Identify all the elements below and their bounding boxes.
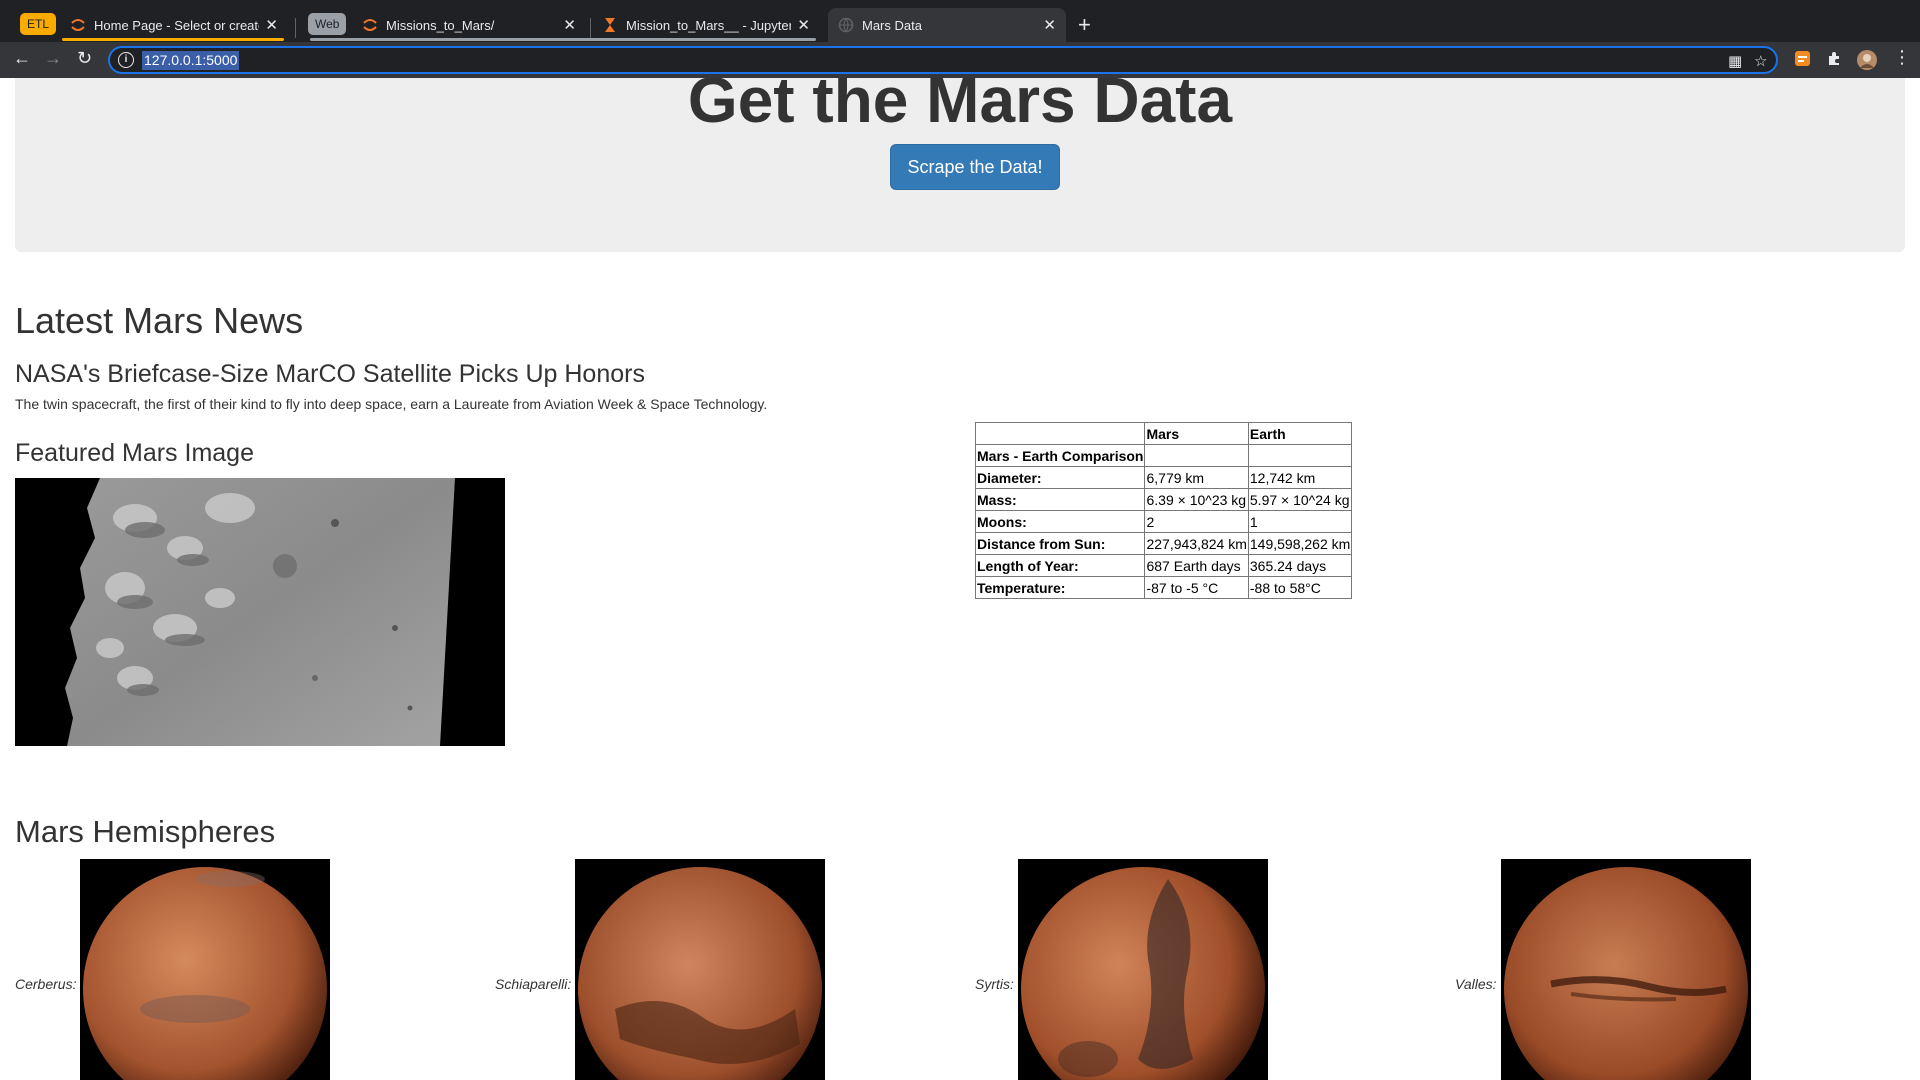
table-cell: 227,943,824 km <box>1144 532 1249 555</box>
table-cell: 12,742 km <box>1247 466 1353 489</box>
browser-tab-strip: ETL Home Page - Select or create a ✕ Web… <box>0 0 1920 42</box>
table-row: Distance from Sun: 227,943,824 km 149,59… <box>974 532 1353 555</box>
news-title: NASA's Briefcase-Size MarCO Satellite Pi… <box>15 360 645 388</box>
table-cell: 687 Earth days <box>1144 554 1249 577</box>
table-header-cell <box>974 422 1146 445</box>
table-cell <box>1144 444 1249 467</box>
news-heading: Latest Mars News <box>15 300 304 341</box>
page-content: Get the Mars Data Scrape the Data! Lates… <box>0 78 1920 1080</box>
table-cell: 149,598,262 km <box>1247 532 1353 555</box>
table-row-label: Length of Year: <box>974 554 1146 577</box>
tab-group-web[interactable]: Web <box>308 13 347 35</box>
table-row-label: Moons: <box>974 510 1146 533</box>
table-cell <box>1247 444 1353 467</box>
bookmark-star-icon[interactable]: ☆ <box>1754 52 1767 70</box>
jumbotron: Get the Mars Data Scrape the Data! <box>15 78 1905 252</box>
jupyter-icon <box>363 19 377 31</box>
table-row-label: Diameter: <box>974 466 1146 489</box>
hemisphere-image-schiaparelli <box>575 859 826 1080</box>
hemisphere-label: Schiaparelli: <box>495 976 572 992</box>
tab-group-etl[interactable]: ETL <box>20 13 57 35</box>
table-cell: 1 <box>1247 510 1353 533</box>
table-cell: 6.39 × 10^23 kg <box>1144 488 1249 511</box>
hemisphere-image-valles <box>1500 859 1751 1080</box>
news-paragraph: The twin spacecraft, the first of their … <box>15 396 768 412</box>
hemispheres-heading: Mars Hemispheres <box>15 814 276 849</box>
tab-title: Mars Data <box>862 17 922 33</box>
tab-jupyter-notebook[interactable]: Mission_to_Mars__ - Jupyter Notebook ✕ <box>592 8 820 42</box>
tab-title: Mission_to_Mars__ - Jupyter Notebook <box>626 17 792 33</box>
table-cell: -87 to -5 °C <box>1144 576 1249 599</box>
table-row: Mars - Earth Comparison <box>974 444 1353 467</box>
close-icon[interactable]: ✕ <box>563 16 576 34</box>
featured-mars-image <box>15 478 505 746</box>
table-cell: -88 to 58°C <box>1247 576 1353 599</box>
hemisphere-label: Cerberus: <box>15 976 77 992</box>
table-row: Moons: 2 1 <box>974 510 1353 533</box>
hemisphere-image-cerberus <box>80 859 331 1080</box>
tab-home-page[interactable]: Home Page - Select or create a ✕ <box>60 8 288 42</box>
table-row: Mass: 6.39 × 10^23 kg 5.97 × 10^24 kg <box>974 488 1353 511</box>
table-row: Length of Year: 687 Earth days 365.24 da… <box>974 554 1353 577</box>
extension-icon[interactable] <box>1794 50 1811 67</box>
avatar[interactable] <box>1857 50 1877 70</box>
hemisphere-label: Syrtis: <box>975 976 1014 992</box>
scrape-data-button[interactable]: Scrape the Data! <box>890 144 1060 190</box>
jupyter-icon <box>71 19 85 31</box>
page-title: Get the Mars Data <box>687 78 1233 136</box>
puzzle-icon[interactable] <box>1826 50 1843 67</box>
tab-title: Missions_to_Mars/ <box>386 17 495 33</box>
table-row-label: Distance from Sun: <box>974 532 1146 555</box>
table-cell: 365.24 days <box>1247 554 1353 577</box>
hemisphere-item-syrtis: Syrtis: <box>975 859 1268 1080</box>
table-cell: 5.97 × 10^24 kg <box>1247 488 1353 511</box>
table-row: Temperature: -87 to -5 °C -88 to 58°C <box>974 576 1353 599</box>
back-arrow-icon[interactable]: ← <box>13 48 31 69</box>
menu-kebab-icon[interactable]: ⋮ <box>1893 47 1911 68</box>
table-row-label: Mass: <box>974 488 1146 511</box>
browser-toolbar: ← → ↻ i 127.0.0.1:5000 ▦ ☆ ⋮ <box>0 42 1920 78</box>
reload-icon[interactable]: ↻ <box>77 48 92 69</box>
tab-mars-data[interactable]: Mars Data ✕ <box>828 8 1066 42</box>
hemisphere-item-valles: Valles: <box>1455 859 1751 1080</box>
forward-arrow-icon[interactable]: → <box>44 48 62 69</box>
hemisphere-item-schiaparelli: Schiaparelli: <box>495 859 826 1080</box>
table-row-label: Mars - Earth Comparison <box>974 444 1146 467</box>
mars-earth-facts-table: Mars Earth Mars - Earth Comparison Diame… <box>974 422 1353 599</box>
new-tab-button[interactable]: + <box>1078 12 1091 38</box>
hemisphere-label: Valles: <box>1455 976 1497 992</box>
tab-title: Home Page - Select or create a <box>94 17 260 33</box>
info-icon[interactable]: i <box>118 52 134 68</box>
address-bar[interactable]: i 127.0.0.1:5000 ▦ ☆ <box>108 46 1778 74</box>
url-text[interactable]: 127.0.0.1:5000 <box>142 51 240 70</box>
hemisphere-item-cerberus: Cerberus: <box>15 859 331 1080</box>
close-icon[interactable]: ✕ <box>265 16 278 34</box>
hemisphere-image-syrtis <box>1017 859 1268 1080</box>
table-cell: 2 <box>1144 510 1249 533</box>
table-header-row: Mars Earth <box>974 422 1353 445</box>
table-cell: 6,779 km <box>1144 466 1249 489</box>
qr-code-icon[interactable]: ▦ <box>1728 52 1742 70</box>
table-row: Diameter: 6,779 km 12,742 km <box>974 466 1353 489</box>
tab-separator <box>295 18 296 38</box>
table-header-cell: Earth <box>1247 422 1353 445</box>
globe-icon <box>838 17 854 33</box>
table-header-cell: Mars <box>1144 422 1249 445</box>
close-icon[interactable]: ✕ <box>1043 16 1056 34</box>
close-icon[interactable]: ✕ <box>797 16 810 34</box>
featured-image-heading: Featured Mars Image <box>15 439 254 467</box>
hourglass-icon <box>605 18 615 32</box>
tab-missions-to-mars[interactable]: Missions_to_Mars/ ✕ <box>352 8 586 42</box>
tab-separator <box>590 18 591 38</box>
table-row-label: Temperature: <box>974 576 1146 599</box>
